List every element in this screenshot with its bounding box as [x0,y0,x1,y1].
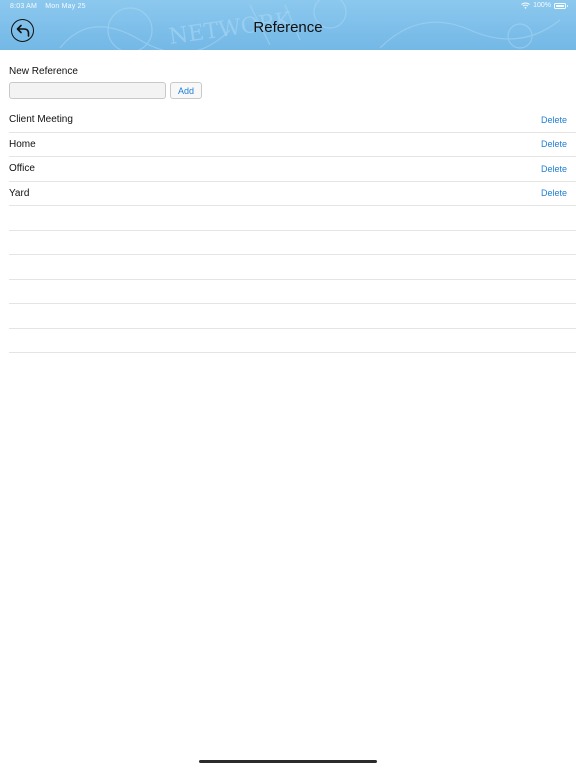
delete-button[interactable]: Delete [541,139,567,149]
reference-row-yard: Yard Delete [9,182,576,206]
navigation-header: NETWORK 8:03 AM Mon May 25 100% Referenc… [0,0,576,50]
battery-icon [554,2,568,9]
battery-level-fill [556,4,564,7]
status-time: 8:03 AM [10,3,38,10]
home-indicator[interactable] [199,760,377,763]
page-title: Reference [253,19,323,36]
status-bar-clock: 8:03 AM Mon May 25 [10,3,86,10]
empty-list-row [9,255,576,280]
reference-label: Yard [9,187,30,199]
reference-row-office: Office Delete [9,157,576,182]
empty-list-row [9,206,576,231]
reference-list: Client Meeting Delete Home Delete Office… [0,108,576,353]
status-date: Mon May 25 [45,3,86,10]
wifi-icon [521,2,530,9]
delete-button[interactable]: Delete [541,115,567,125]
reference-label: Home [9,138,36,150]
empty-list-row [9,304,576,329]
new-reference-input[interactable] [9,82,166,99]
new-reference-label: New Reference [9,66,78,77]
status-bar-indicators: 100% [521,2,568,9]
reference-row-client-meeting: Client Meeting Delete [9,108,576,133]
empty-list-row [9,280,576,304]
delete-button[interactable]: Delete [541,164,567,174]
empty-list-row [9,329,576,353]
add-button[interactable]: Add [170,82,202,99]
reference-row-home: Home Delete [9,133,576,157]
reference-label: Office [9,163,35,175]
delete-button[interactable]: Delete [541,188,567,198]
empty-list-row [9,231,576,255]
reference-label: Client Meeting [9,114,73,126]
battery-percentage: 100% [533,2,551,9]
